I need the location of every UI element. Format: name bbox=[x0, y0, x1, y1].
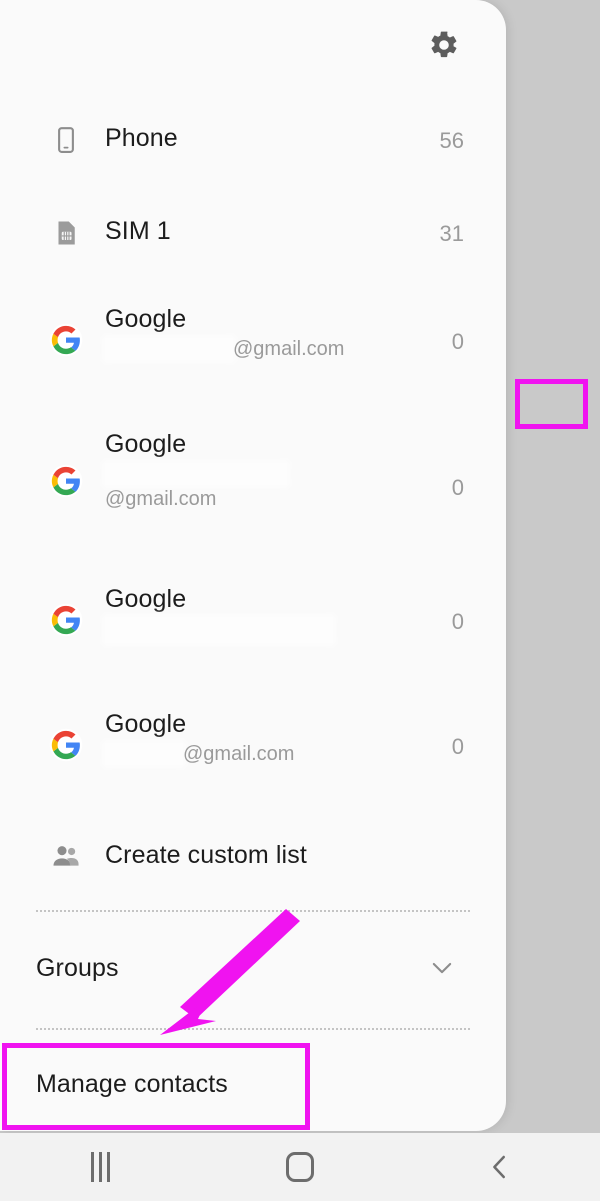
chevron-down-icon[interactable] bbox=[428, 954, 456, 987]
recents-bar-3 bbox=[106, 1152, 110, 1182]
email-domain: @gmail.com bbox=[105, 487, 217, 510]
redacted-email-prefix bbox=[105, 463, 287, 486]
drawer-item-label: Google bbox=[105, 710, 187, 738]
drawer-item-label: Groups bbox=[36, 954, 119, 982]
drawer-item-google-texts: Google bbox=[105, 585, 405, 643]
people-group-icon-svg bbox=[53, 846, 79, 866]
recents-bar-2 bbox=[98, 1152, 102, 1182]
google-icon bbox=[48, 602, 84, 638]
home-icon-glyph bbox=[286, 1152, 314, 1182]
drawer-item-phone-texts: Phone bbox=[105, 124, 405, 154]
phone-icon bbox=[48, 122, 84, 158]
gear-icon-svg bbox=[431, 31, 457, 58]
divider bbox=[36, 1028, 470, 1030]
drawer-item-create-custom-list[interactable]: Create custom list bbox=[0, 832, 506, 880]
android-navigation-bar bbox=[0, 1133, 600, 1201]
drawer-item-google-texts: Google @gmail.com bbox=[105, 305, 405, 362]
drawer-item-sim1-texts: SIM 1 bbox=[105, 217, 405, 247]
home-icon[interactable] bbox=[255, 1143, 345, 1191]
google-icon bbox=[48, 463, 84, 499]
recents-icon-glyph bbox=[90, 1152, 110, 1182]
sim-icon bbox=[48, 215, 84, 251]
annotation-highlight-hamburger bbox=[515, 379, 588, 429]
back-icon-glyph bbox=[493, 1155, 505, 1179]
drawer-item-count: 0 bbox=[451, 609, 464, 634]
background-panel-inner: What' & A bbox=[505, 0, 600, 1133]
drawer-item-subtitle: @gmail.com bbox=[105, 742, 405, 767]
drawer-item-subtitle bbox=[105, 616, 405, 643]
drawer-item-sim1[interactable]: SIM 1 31 bbox=[0, 209, 506, 257]
drawer-item-google-account[interactable]: Google @gmail.com 0 bbox=[0, 430, 506, 530]
redacted-email-prefix bbox=[105, 338, 233, 361]
drawer-item-groups[interactable]: Groups bbox=[0, 940, 506, 1000]
drawer-item-label: Google bbox=[105, 430, 187, 458]
redacted-email-prefix bbox=[105, 743, 183, 766]
email-domain: @gmail.com bbox=[183, 742, 295, 765]
google-icon-svg bbox=[49, 603, 83, 637]
people-group-icon bbox=[48, 838, 84, 874]
drawer-item-count: 0 bbox=[451, 734, 464, 759]
drawer-item-google-account[interactable]: Google @gmail.com 0 bbox=[0, 305, 506, 375]
google-icon-svg bbox=[49, 464, 83, 498]
drawer-item-count: 0 bbox=[451, 329, 464, 354]
drawer-item-label: Google bbox=[105, 585, 187, 613]
drawer-item-subtitle: @gmail.com bbox=[105, 462, 380, 512]
drawer-item-google-account[interactable]: Google 0 bbox=[0, 585, 506, 655]
google-icon-svg bbox=[49, 728, 83, 762]
drawer-item-count: 0 bbox=[451, 475, 464, 500]
drawer-item-google-account[interactable]: Google @gmail.com 0 bbox=[0, 710, 506, 780]
drawer-item-count: 31 bbox=[439, 221, 464, 246]
drawer-item-google-texts: Google @gmail.com bbox=[105, 710, 405, 767]
drawer-item-phone[interactable]: Phone 56 bbox=[0, 116, 506, 164]
chevron-down-icon-svg bbox=[432, 962, 452, 974]
navigation-drawer: Phone 56 SIM 1 31 Google @gmail.com 0 Go… bbox=[0, 0, 506, 1131]
sim-icon-svg bbox=[58, 221, 75, 245]
drawer-item-google-texts: Google @gmail.com bbox=[105, 430, 380, 512]
divider bbox=[36, 910, 470, 912]
drawer-item-label: Google bbox=[105, 305, 187, 333]
drawer-item-manage-contacts[interactable]: Manage contacts bbox=[0, 1056, 506, 1116]
recents-icon[interactable] bbox=[55, 1143, 145, 1191]
drawer-item-label: Phone bbox=[105, 124, 178, 152]
phone-icon-svg bbox=[58, 127, 74, 153]
recents-bar-1 bbox=[90, 1152, 94, 1182]
drawer-item-subtitle: @gmail.com bbox=[105, 337, 405, 362]
drawer-item-label: Create custom list bbox=[105, 841, 307, 869]
gear-icon[interactable] bbox=[426, 27, 462, 63]
google-icon bbox=[48, 727, 84, 763]
drawer-item-label: SIM 1 bbox=[105, 217, 171, 245]
drawer-item-label: Manage contacts bbox=[36, 1070, 228, 1098]
email-domain: @gmail.com bbox=[233, 337, 345, 360]
redacted-email-prefix bbox=[105, 616, 333, 643]
back-icon[interactable] bbox=[455, 1143, 545, 1191]
drawer-item-count: 56 bbox=[439, 128, 464, 153]
google-icon bbox=[48, 322, 84, 358]
google-icon-svg bbox=[49, 323, 83, 357]
